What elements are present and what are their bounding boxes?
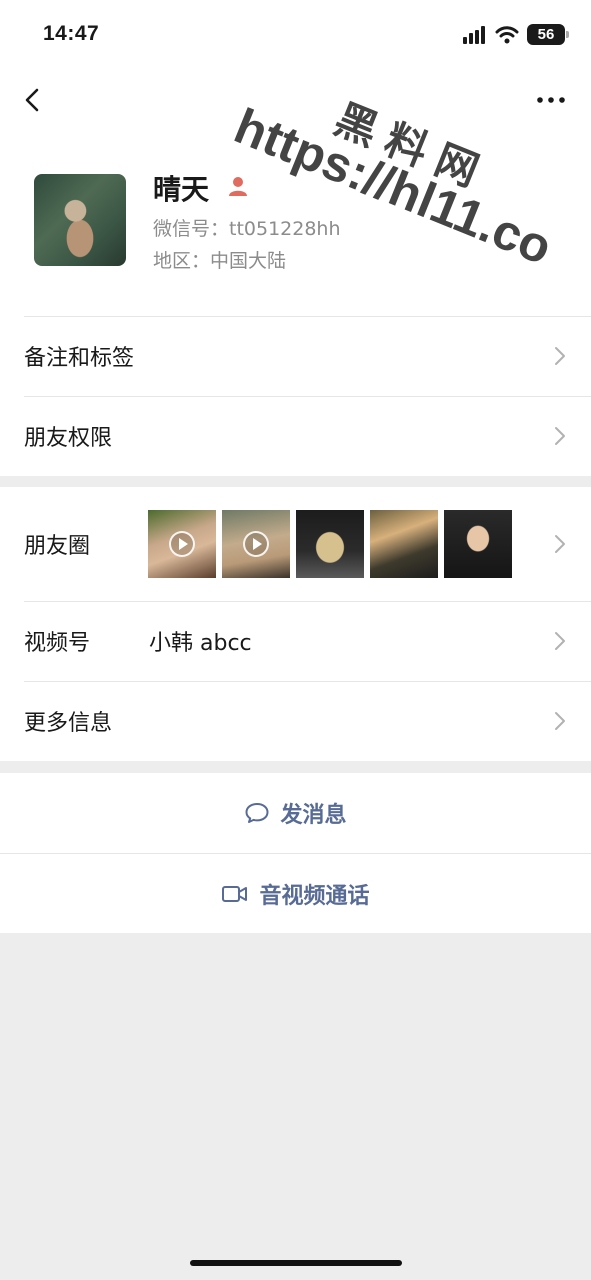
- more-info-label: 更多信息: [24, 711, 113, 736]
- play-icon: [169, 531, 195, 557]
- channels-row[interactable]: 视频号 小韩 abcc: [0, 601, 591, 681]
- moments-label: 朋友圈: [24, 534, 91, 559]
- friend-permissions-label: 朋友权限: [24, 426, 113, 451]
- settings-section: 备注和标签 朋友权限: [0, 316, 591, 476]
- status-icons: 56: [463, 24, 569, 45]
- back-arrow-icon[interactable]: [18, 84, 50, 116]
- actions-section: 发消息 音视频通话: [0, 773, 591, 933]
- moments-thumbnails: [148, 510, 512, 578]
- chevron-right-icon: [555, 535, 565, 553]
- profile-header: 晴天 微信号：tt051228hh 地区：中国大陆: [0, 132, 591, 316]
- chevron-right-icon: [555, 427, 565, 445]
- region: 地区：中国大陆: [153, 250, 287, 272]
- avatar[interactable]: [34, 174, 126, 266]
- battery-level: 56: [537, 26, 555, 43]
- battery-icon: 56: [527, 24, 569, 45]
- profile-name: 晴天: [153, 173, 210, 206]
- chevron-right-icon: [555, 347, 565, 365]
- moment-thumbnail: [444, 510, 512, 578]
- moments-row[interactable]: 朋友圈: [0, 487, 591, 601]
- signal-icon: [463, 25, 485, 44]
- send-message-button[interactable]: 发消息: [0, 773, 591, 853]
- more-info-row[interactable]: 更多信息: [0, 681, 591, 761]
- status-time: 14:47: [43, 22, 100, 45]
- more-options-icon[interactable]: [535, 84, 567, 116]
- play-icon: [243, 531, 269, 557]
- wechat-id: 微信号：tt051228hh: [153, 218, 341, 240]
- moment-thumbnail: [222, 510, 290, 578]
- moment-thumbnail: [370, 510, 438, 578]
- chevron-right-icon: [555, 632, 565, 650]
- video-camera-icon: [222, 885, 248, 902]
- chevron-right-icon: [555, 712, 565, 730]
- send-message-label: 发消息: [280, 803, 347, 828]
- moment-thumbnail: [296, 510, 364, 578]
- home-indicator: [190, 1260, 402, 1266]
- friend-permissions-row[interactable]: 朋友权限: [0, 396, 591, 476]
- moment-thumbnail: [148, 510, 216, 578]
- remarks-tags-row[interactable]: 备注和标签: [0, 316, 591, 396]
- channels-value: 小韩 abcc: [149, 631, 252, 656]
- remarks-tags-label: 备注和标签: [24, 346, 135, 371]
- video-call-button[interactable]: 音视频通话: [0, 853, 591, 933]
- nav-bar: [0, 70, 591, 132]
- video-call-label: 音视频通话: [259, 883, 370, 909]
- chat-bubble-icon: [245, 803, 269, 823]
- channels-label: 视频号: [24, 631, 91, 656]
- content-section: 朋友圈 视频号 小韩 abcc 更多信息: [0, 487, 591, 761]
- person-icon: [229, 177, 247, 196]
- status-bar: 14:47 56: [0, 0, 591, 70]
- wifi-icon: [495, 25, 519, 43]
